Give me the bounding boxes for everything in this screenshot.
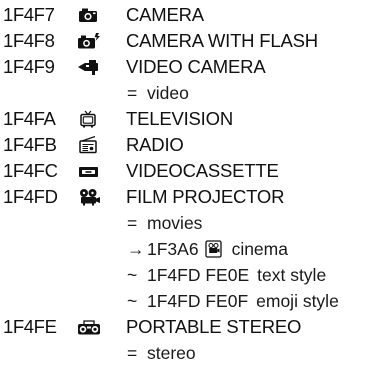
character-name: CAMERA — [126, 4, 204, 25]
entry-television: 1F4FA TELEVISION — [3, 106, 373, 132]
television-icon — [77, 110, 101, 128]
videocassette-icon — [77, 162, 101, 180]
entry-film-projector: 1F4FD FILM PROJECTOR — [3, 184, 373, 210]
note-alias: = stereo — [3, 340, 373, 366]
camera-icon — [77, 6, 101, 24]
note-text: text style — [257, 265, 327, 285]
film-projector-icon — [77, 188, 101, 206]
entry-video-camera: 1F4F9 VIDEO CAMERA — [3, 54, 373, 80]
note-variation: ~1F4FD FE0F emoji style — [3, 288, 373, 314]
character-name: PORTABLE STEREO — [126, 316, 302, 337]
note-symbol: = — [127, 83, 138, 103]
portable-stereo-icon — [77, 318, 101, 336]
note-symbol: ~ — [127, 291, 138, 311]
code-point: 1F4FA — [3, 108, 56, 129]
note-code: 1F4FD FE0F — [147, 291, 249, 311]
note-text: video — [147, 83, 189, 103]
character-name: VIDEOCASSETTE — [126, 160, 279, 181]
character-name: VIDEO CAMERA — [126, 56, 266, 77]
note-symbol: → — [127, 239, 145, 259]
character-name: FILM PROJECTOR — [126, 186, 285, 207]
note-alias: = video — [3, 80, 373, 106]
entry-camera-with-flash: 1F4F8 CAMERA WITH FLASH — [3, 28, 373, 54]
radio-icon — [77, 136, 101, 154]
code-point: 1F4F8 — [3, 30, 55, 51]
code-point: 1F4F7 — [3, 4, 55, 25]
note-variation: ~1F4FD FE0E text style — [3, 262, 373, 288]
character-name: CAMERA WITH FLASH — [126, 30, 318, 51]
code-point: 1F4FC — [3, 160, 58, 181]
note-text: emoji style — [256, 291, 339, 311]
entry-camera: 1F4F7 CAMERA — [3, 2, 373, 28]
note-code: 1F3A6 — [147, 239, 199, 259]
note-symbol: = — [127, 213, 138, 233]
note-alias: = movies — [3, 210, 373, 236]
code-point: 1F4F9 — [3, 56, 55, 77]
character-name: RADIO — [126, 134, 184, 155]
character-name: TELEVISION — [126, 108, 233, 129]
note-cross-reference: → 1F3A6 cinema — [3, 236, 373, 262]
entry-videocassette: 1F4FC VIDEOCASSETTE — [3, 158, 373, 184]
note-text: movies — [147, 213, 203, 233]
entry-radio: 1F4FB RADIO — [3, 132, 373, 158]
note-symbol: = — [127, 343, 138, 363]
entry-portable-stereo: 1F4FE PORTABLE STEREO — [3, 314, 373, 340]
note-code: 1F4FD FE0E — [147, 265, 250, 285]
code-point: 1F4FD — [3, 186, 58, 207]
video-camera-icon — [77, 58, 101, 76]
note-symbol: ~ — [127, 265, 138, 285]
code-point: 1F4FE — [3, 316, 57, 337]
note-text: stereo — [147, 343, 196, 363]
note-text: cinema — [231, 239, 288, 259]
code-point: 1F4FB — [3, 134, 57, 155]
camera-with-flash-icon — [77, 32, 101, 50]
unicode-chart-listing: 1F4F7 CAMERA 1F4F8 CAMERA WITH FLASH 1F4… — [3, 2, 373, 366]
